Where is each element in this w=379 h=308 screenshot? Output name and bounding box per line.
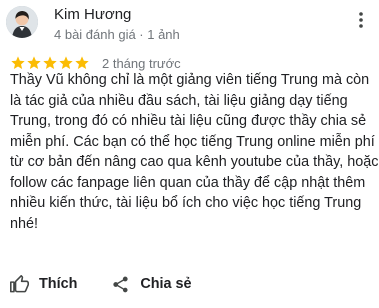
star-icon (75, 56, 89, 69)
avatar[interactable] (6, 6, 38, 38)
review-text-line: là tác giả của nhiều đầu sách, tài liệu … (10, 92, 348, 109)
review-text-line: Thầy Vũ không chỉ là một giảng viên tiến… (10, 72, 370, 88)
review-card: Kim Hương 4 bài đánh giá · 1 ảnh 2 tháng… (0, 0, 379, 308)
star-icon (27, 56, 41, 69)
review-text-line: follow các fanpage liên quan của thầy để… (10, 174, 366, 191)
share-button[interactable]: Chia sẻ (111, 275, 192, 294)
review-text-line: nhiều kiến thức, tài liệu bổ ích cho việ… (10, 195, 362, 211)
review-text-line: miễn phí. Các bạn có thể học tiếng Trung… (10, 133, 375, 150)
review-text-line: Trung, trong đó có nhiều tài liệu cũng đ… (10, 113, 367, 129)
star-icon (59, 56, 73, 69)
rating-row: 2 tháng trước (10, 55, 181, 71)
review-text: Thầy Vũ không chỉ là một giảng viên tiến… (10, 70, 379, 234)
review-time: 2 tháng trước (102, 55, 181, 71)
reviewer-name[interactable]: Kim Hương (54, 6, 131, 24)
star-rating (10, 55, 90, 71)
like-label: Thích (39, 276, 78, 292)
thumb-up-icon (10, 274, 29, 292)
star-icon (43, 56, 57, 69)
review-text-line: từ cơ bản đến nâng cao qua kênh youtube … (10, 154, 379, 170)
avatar-photo (6, 6, 38, 38)
star-icon (11, 56, 25, 69)
more-options-button[interactable] (353, 8, 369, 32)
share-icon (113, 276, 128, 292)
review-text-line: nhé! (10, 215, 39, 232)
like-button[interactable]: Thích (10, 274, 78, 294)
reviewer-meta: 4 bài đánh giá · 1 ảnh (54, 27, 180, 42)
review-actions: Thích Chia sẻ (10, 273, 192, 295)
share-label: Chia sẻ (140, 276, 192, 292)
more-vertical-icon (359, 12, 363, 28)
